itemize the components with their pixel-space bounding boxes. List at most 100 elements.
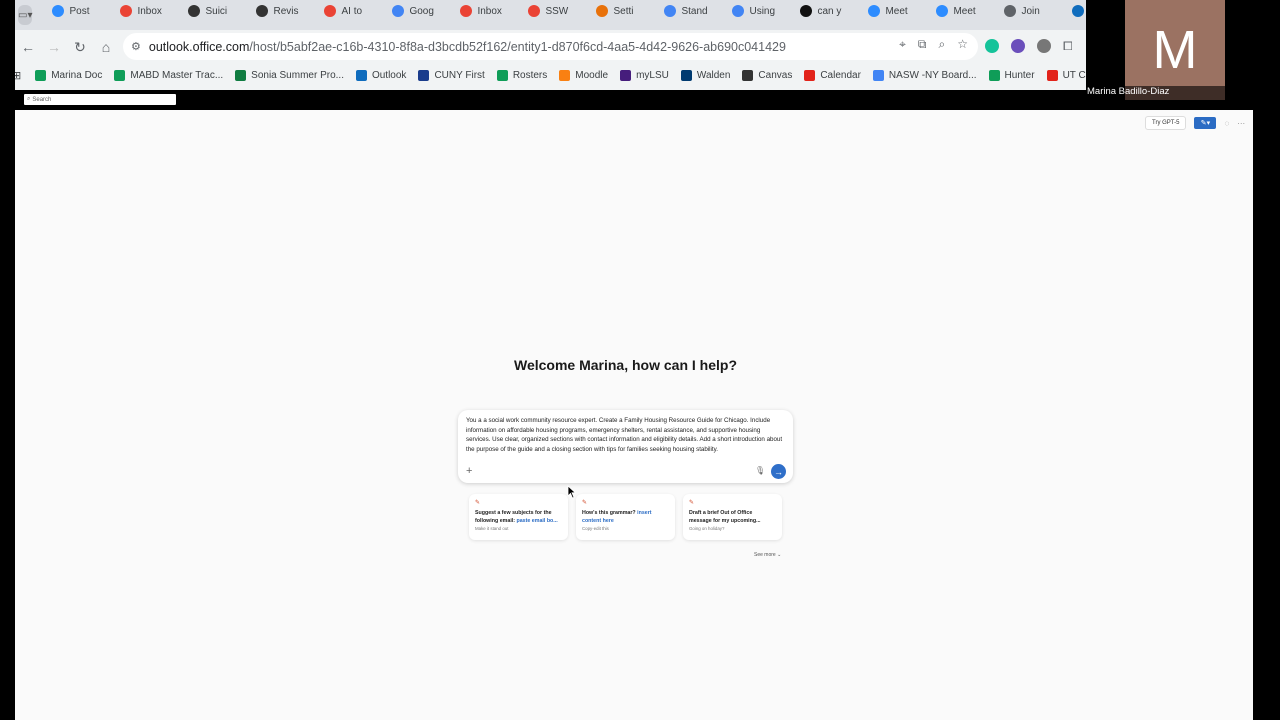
welcome-heading: Welcome Marina, how can I help?	[513, 357, 737, 373]
add-attachment-icon[interactable]: +	[466, 465, 472, 477]
browser-tab[interactable]: SSW	[528, 0, 586, 22]
browser-tab[interactable]: can y	[800, 0, 858, 22]
location-icon[interactable]: ⌖	[899, 37, 906, 52]
tab-label: SSW	[545, 5, 569, 17]
bookmark-item[interactable]: Moodle	[559, 69, 608, 81]
gmail-icon	[460, 5, 473, 17]
browser-tab[interactable]: Goog	[392, 0, 450, 22]
zoom-icon	[52, 5, 65, 17]
browser-tab[interactable]: Revis	[256, 0, 314, 22]
zoom-icon[interactable]: ⌕	[939, 37, 946, 52]
extension-gray-icon[interactable]	[1037, 39, 1051, 53]
bookmark-favicon-icon	[872, 69, 884, 81]
try-gpt-button[interactable]: Try GPT-5	[1145, 116, 1187, 130]
bookmark-item[interactable]: MABD Master Trac...	[114, 69, 224, 81]
bookmark-label: MABD Master Trac...	[130, 69, 224, 81]
address-bar[interactable]: ⚙ outlook.office.com/host/b5abf2ae-c16b-…	[123, 33, 978, 60]
tab-label: Meet	[953, 5, 976, 17]
browser-tab[interactable]: Post	[52, 0, 110, 22]
bookmark-item[interactable]: Calendar	[804, 69, 861, 81]
search-input[interactable]: ⌕ Search	[24, 94, 176, 105]
chat-composer[interactable]: You a a social work community resource e…	[458, 410, 793, 483]
extensions-puzzle-icon[interactable]: ⧠	[1063, 39, 1073, 54]
browser-tab[interactable]: Mail	[1072, 0, 1086, 22]
card-title: How's this grammar? insert content here	[582, 510, 652, 524]
bookmark-item[interactable]: Rosters	[496, 69, 548, 81]
zoom-icon	[936, 5, 949, 17]
browser-tab[interactable]: Suici	[188, 0, 246, 22]
new-chat-button[interactable]: ✎▾	[1194, 117, 1217, 129]
bookmark-list: Marina Doc MABD Master Trac... Sonia Summe…	[35, 69, 1086, 81]
url-path: /host/b5abf2ae-c16b-4310-8f8a-d3bcdb52f1…	[249, 39, 786, 54]
gmail-icon	[528, 5, 541, 17]
browser-window: ▭▾ Post Inbox Suici Revis AI to Goog Inbox SSW S…	[15, 0, 1086, 90]
browser-tab[interactable]: Inbox	[120, 0, 178, 22]
bookmark-item[interactable]: Hunter	[988, 69, 1035, 81]
bookmark-favicon-icon	[804, 69, 816, 81]
tab-label: Meet	[885, 5, 908, 17]
see-more-link[interactable]: See more ⌄	[754, 552, 781, 558]
microphone-icon[interactable]: 🎙	[755, 466, 765, 475]
tab-label: Suici	[205, 5, 228, 17]
browser-tab[interactable]: AI to	[324, 0, 382, 22]
extension-purple-icon[interactable]	[1011, 39, 1025, 53]
browser-tab[interactable]: Meet	[936, 0, 994, 22]
zoom-icon	[868, 5, 881, 17]
bookmark-item[interactable]: CUNY First	[418, 69, 485, 81]
shield-icon[interactable]: ◌	[1224, 119, 1229, 128]
bookmark-favicon-icon	[114, 69, 126, 81]
install-app-icon[interactable]: ⧉	[918, 37, 927, 52]
browser-tab[interactable]: Join	[1004, 0, 1062, 22]
bookmark-label: Calendar	[820, 69, 861, 81]
bookmark-item[interactable]: myLSU	[620, 69, 669, 81]
browser-tab[interactable]: Stand	[664, 0, 722, 22]
card-title: Suggest a few subjects for the following…	[475, 510, 558, 524]
back-icon[interactable]: ←	[15, 34, 41, 60]
bookmark-item[interactable]: Outlook	[355, 69, 407, 81]
bookmark-item[interactable]: NASW -NY Board...	[872, 69, 977, 81]
bookmark-star-icon[interactable]: ☆	[957, 37, 968, 52]
forward-icon[interactable]: →	[41, 34, 67, 60]
bookmarks-bar: ⊞ Marina Doc MABD Master Trac... Sonia Sum…	[15, 64, 1086, 86]
bookmark-favicon-icon	[988, 69, 1000, 81]
bookmark-favicon-icon	[742, 69, 754, 81]
prompt-textarea[interactable]: You a a social work community resource e…	[466, 416, 786, 454]
card-subtitle: Make it stand out	[475, 526, 509, 531]
bookmark-label: Rosters	[512, 69, 548, 81]
pencil-icon: ✎	[582, 500, 588, 506]
bookmark-favicon-icon	[1046, 69, 1058, 81]
tab-label: AI to	[341, 5, 363, 17]
tab-label: Inbox	[477, 5, 502, 17]
suggestion-card[interactable]: ✎ How's this grammar? insert content her…	[576, 494, 675, 540]
reload-icon[interactable]: ↻	[67, 34, 93, 60]
suggestion-card[interactable]: ✎ Suggest a few subjects for the followi…	[469, 494, 568, 540]
mouse-cursor-icon	[567, 485, 577, 499]
bookmark-item[interactable]: Sonia Summer Pro...	[235, 69, 344, 81]
tab-label: Stand	[681, 5, 708, 17]
browser-tab[interactable]: Setti	[596, 0, 654, 22]
video-tile: M	[1125, 0, 1225, 100]
apps-grid-icon[interactable]: ⊞	[15, 69, 21, 82]
bookmark-item[interactable]: UT Canvas	[1046, 69, 1086, 81]
suggestion-card[interactable]: ✎ Draft a brief Out of Office message fo…	[683, 494, 782, 540]
bookmark-item[interactable]: Marina Doc	[35, 69, 102, 81]
home-icon[interactable]: ⌂	[93, 34, 119, 60]
send-button[interactable]: →	[771, 464, 786, 479]
tab-search-icon[interactable]: ▭▾	[18, 5, 33, 25]
browser-tab[interactable]: Inbox	[460, 0, 518, 22]
site-info-icon[interactable]: ⚙	[131, 40, 141, 53]
bookmark-label: Outlook	[371, 69, 407, 81]
search-icon: ⌕	[27, 96, 31, 102]
grammarly-icon[interactable]	[985, 39, 999, 53]
outlook-icon	[1072, 5, 1085, 17]
more-options-icon[interactable]: ···	[1237, 119, 1245, 128]
bookmark-label: Canvas	[758, 69, 793, 81]
extensions: ⧠	[985, 39, 1073, 54]
bookmark-item[interactable]: Canvas	[742, 69, 793, 81]
browser-tab[interactable]: Meet	[868, 0, 926, 22]
bookmark-item[interactable]: Walden	[680, 69, 730, 81]
browser-tab[interactable]: Using	[732, 0, 790, 22]
tab-strip: ▭▾ Post Inbox Suici Revis AI to Goog Inbox SSW S…	[15, 0, 1086, 30]
openai-icon	[256, 5, 269, 17]
pencil-icon: ✎	[475, 500, 481, 506]
